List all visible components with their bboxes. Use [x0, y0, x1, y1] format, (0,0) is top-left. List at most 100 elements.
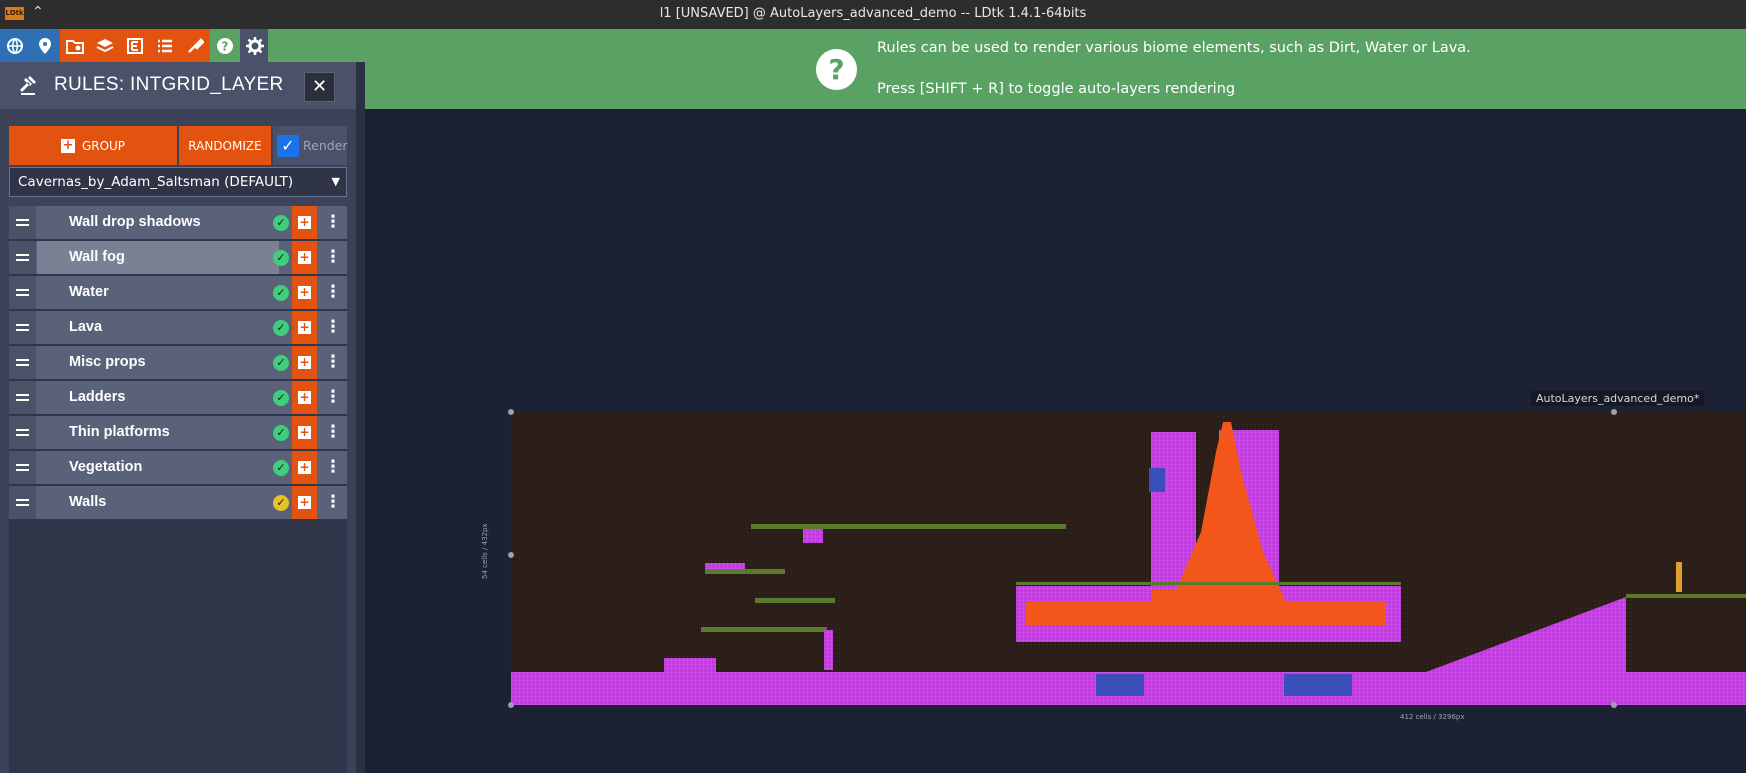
rule-group-row[interactable]: Ladders ✓ + ⋮	[9, 381, 347, 414]
resize-handle[interactable]	[1611, 702, 1617, 708]
enums-button[interactable]	[150, 29, 180, 62]
water-pool	[1096, 674, 1144, 696]
window-title: l1 [UNSAVED] @ AutoLayers_advanced_demo …	[659, 6, 1087, 21]
more-options-icon[interactable]: ⋮	[319, 276, 347, 309]
thin-platform	[701, 627, 827, 632]
render-toggle[interactable]: ✓ Render	[273, 126, 348, 165]
add-rule-button[interactable]: +	[292, 486, 317, 519]
title-bar: LDtk ⌃ l1 [UNSAVED] @ AutoLayers_advance…	[0, 0, 1746, 29]
rule-group-list: Wall drop shadows ✓ + ⋮ Wall fog ✓ + ⋮ Water ✓ + ⋮ L…	[9, 206, 347, 773]
resize-handle[interactable]	[508, 702, 514, 708]
add-rule-button[interactable]: +	[292, 276, 317, 309]
svg-text:?: ?	[222, 39, 229, 53]
level-canvas[interactable]: AutoLayers_advanced_demo* 412 cells / 32…	[365, 109, 1746, 773]
layers-button[interactable]	[90, 29, 120, 62]
rule-group-label[interactable]: Misc props	[37, 346, 279, 379]
panel-resize-edge[interactable]	[356, 62, 365, 773]
water-pool	[1284, 674, 1352, 696]
help-button[interactable]: ?	[210, 29, 240, 62]
rule-group-label[interactable]: Wall fog	[37, 241, 279, 274]
plus-icon: +	[298, 355, 311, 369]
rule-group-row[interactable]: Misc props ✓ + ⋮	[9, 346, 347, 379]
ladder	[1676, 562, 1682, 592]
add-rule-button[interactable]: +	[292, 206, 317, 239]
add-rule-button[interactable]: +	[292, 451, 317, 484]
drag-handle-icon[interactable]	[9, 346, 36, 379]
plus-icon: +	[298, 425, 311, 439]
check-circle-icon[interactable]: ✓	[273, 460, 289, 476]
check-circle-icon[interactable]: ✓	[273, 390, 289, 406]
drag-handle-icon[interactable]	[9, 241, 36, 274]
preset-select[interactable]: Cavernas_by_Adam_Saltsman (DEFAULT) ▼	[9, 167, 347, 197]
add-group-button[interactable]: + GROUP	[9, 126, 177, 165]
rule-group-row[interactable]: Wall fog ✓ + ⋮	[9, 241, 347, 274]
close-button[interactable]: ✕	[304, 72, 335, 102]
check-circle-icon[interactable]: ✓	[273, 320, 289, 336]
more-options-icon[interactable]: ⋮	[319, 241, 347, 274]
rule-group-label[interactable]: Wall drop shadows	[37, 206, 279, 239]
warning-circle-icon[interactable]: ✓	[273, 495, 289, 511]
level-map	[511, 412, 1746, 705]
drag-handle-icon[interactable]	[9, 486, 36, 519]
banner-line-1: Rules can be used to render various biom…	[877, 40, 1471, 56]
add-rule-button[interactable]: +	[292, 346, 317, 379]
resize-handle[interactable]	[508, 409, 514, 415]
rule-group-label[interactable]: Lava	[37, 311, 279, 344]
more-options-icon[interactable]: ⋮	[319, 486, 347, 519]
grass-edge	[1016, 582, 1401, 585]
add-rule-button[interactable]: +	[292, 381, 317, 414]
chevron-down-icon: ▼	[331, 175, 340, 188]
rule-group-row[interactable]: Thin platforms ✓ + ⋮	[9, 416, 347, 449]
check-circle-icon[interactable]: ✓	[273, 425, 289, 441]
entities-button[interactable]	[120, 29, 150, 62]
settings-icon	[246, 36, 264, 55]
check-circle-icon[interactable]: ✓	[273, 355, 289, 371]
render-checkbox[interactable]: ✓	[277, 135, 299, 157]
drag-handle-icon[interactable]	[9, 451, 36, 484]
resize-handle[interactable]	[508, 552, 514, 558]
rule-group-label[interactable]: Walls	[37, 486, 279, 519]
level-render[interactable]	[511, 412, 1746, 705]
tilesets-button[interactable]	[180, 29, 210, 62]
resize-handle[interactable]	[1611, 409, 1617, 415]
add-rule-button[interactable]: +	[292, 311, 317, 344]
thin-platform	[755, 598, 835, 603]
level-settings-button[interactable]	[60, 29, 90, 62]
rule-group-row[interactable]: Wall drop shadows ✓ + ⋮	[9, 206, 347, 239]
settings-button[interactable]	[240, 29, 270, 62]
drag-handle-icon[interactable]	[9, 311, 36, 344]
drag-handle-icon[interactable]	[9, 276, 36, 309]
rule-group-row[interactable]: Lava ✓ + ⋮	[9, 311, 347, 344]
more-options-icon[interactable]: ⋮	[319, 311, 347, 344]
plus-icon: +	[298, 460, 311, 474]
check-circle-icon[interactable]: ✓	[273, 215, 289, 231]
more-options-icon[interactable]: ⋮	[319, 451, 347, 484]
plus-icon: +	[298, 390, 311, 404]
add-rule-button[interactable]: +	[292, 416, 317, 449]
help-banner: ? Rules can be used to render various bi…	[363, 29, 1746, 109]
more-options-icon[interactable]: ⋮	[319, 346, 347, 379]
more-options-icon[interactable]: ⋮	[319, 206, 347, 239]
water-pocket	[1149, 468, 1165, 492]
location-button[interactable]	[30, 29, 60, 62]
drag-handle-icon[interactable]	[9, 206, 36, 239]
world-button[interactable]	[0, 29, 30, 62]
rule-group-row[interactable]: Vegetation ✓ + ⋮	[9, 451, 347, 484]
drag-handle-icon[interactable]	[9, 381, 36, 414]
rule-group-label[interactable]: Thin platforms	[37, 416, 279, 449]
rule-group-label[interactable]: Water	[37, 276, 279, 309]
level-width-label: 412 cells / 3296px	[1400, 713, 1465, 721]
rule-group-row[interactable]: Walls ✓ + ⋮	[9, 486, 347, 519]
check-circle-icon[interactable]: ✓	[273, 285, 289, 301]
plus-icon: +	[298, 215, 311, 229]
randomize-button[interactable]: RANDOMIZE	[179, 126, 271, 165]
add-rule-button[interactable]: +	[292, 241, 317, 274]
drag-handle-icon[interactable]	[9, 416, 36, 449]
more-options-icon[interactable]: ⋮	[319, 381, 347, 414]
rule-group-row[interactable]: Water ✓ + ⋮	[9, 276, 347, 309]
check-circle-icon[interactable]: ✓	[273, 250, 289, 266]
rule-group-label[interactable]: Vegetation	[37, 451, 279, 484]
thin-platform	[705, 569, 785, 574]
more-options-icon[interactable]: ⋮	[319, 416, 347, 449]
rule-group-label[interactable]: Ladders	[37, 381, 279, 414]
